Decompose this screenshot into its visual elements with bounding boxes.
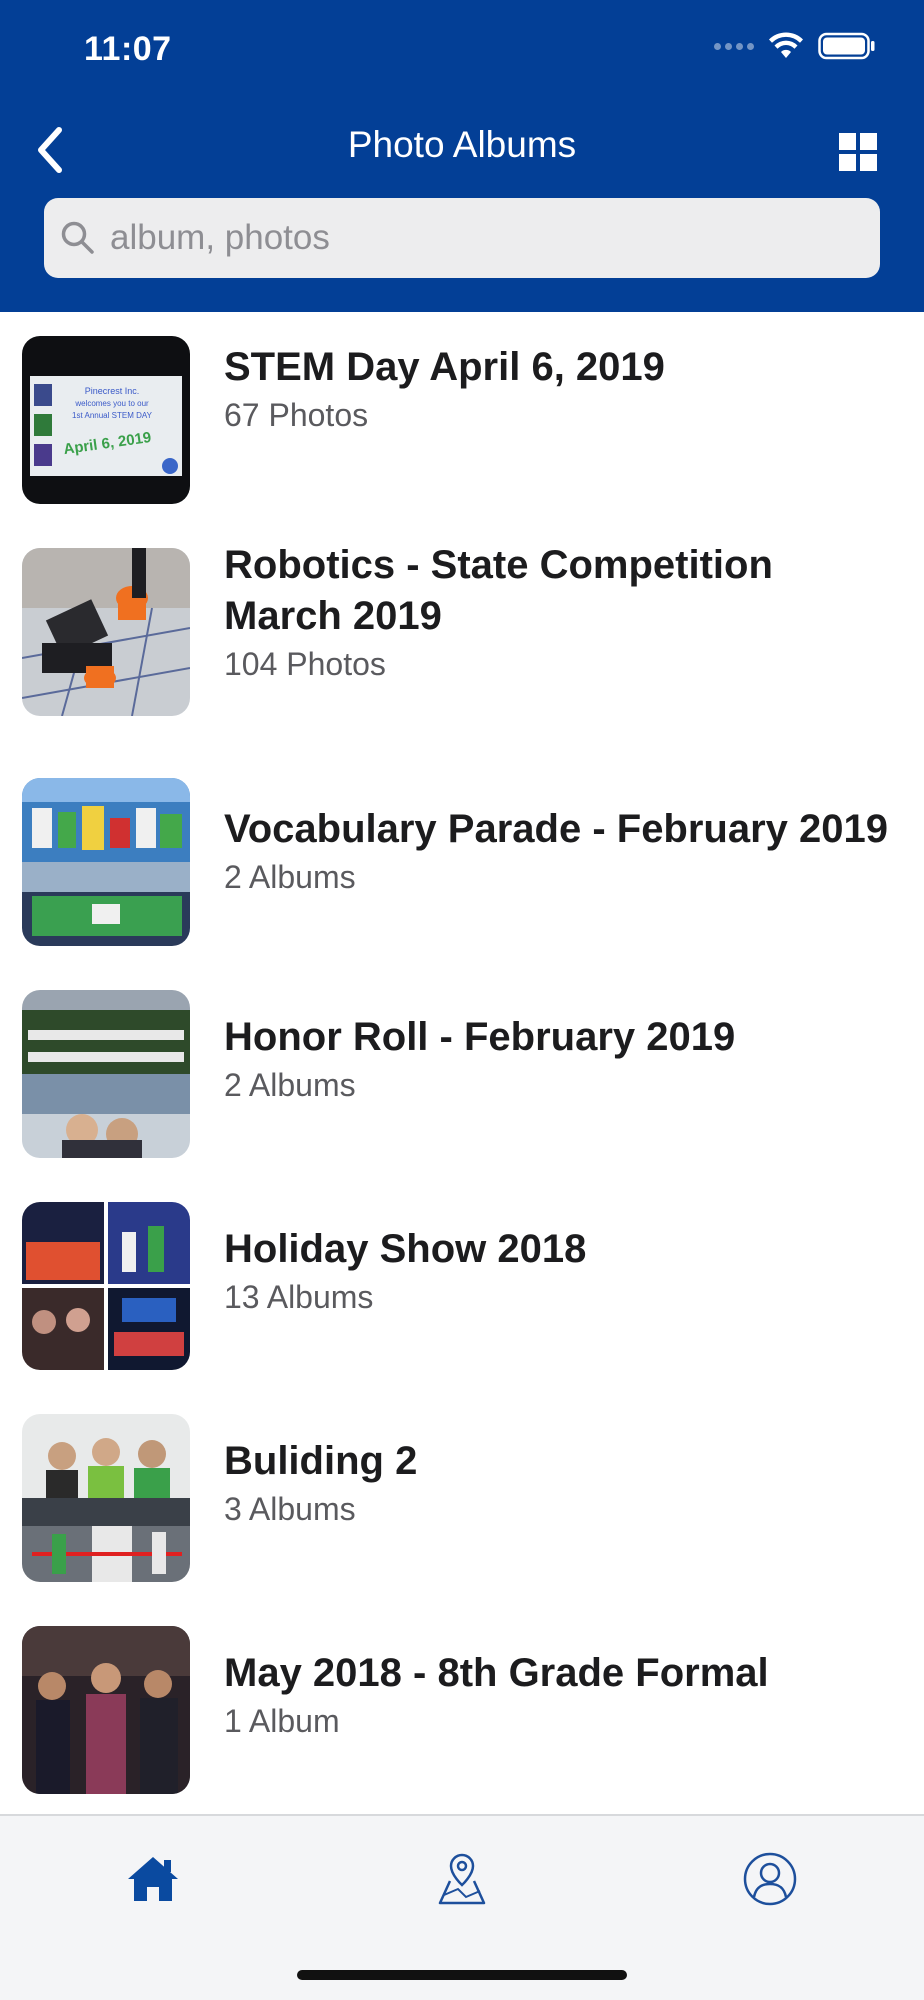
album-thumbnail xyxy=(22,548,190,716)
album-thumbnail xyxy=(22,778,190,946)
album-thumbnail xyxy=(22,990,190,1158)
album-count: 1 Album xyxy=(224,1703,340,1739)
album-title: STEM Day April 6, 2019 xyxy=(224,345,665,389)
album-count: 2 Albums xyxy=(224,859,356,895)
home-indicator xyxy=(297,1970,627,1980)
home-icon xyxy=(128,1857,178,1901)
map-pin-icon xyxy=(438,1853,486,1905)
grid-icon xyxy=(839,133,877,171)
album-row-8th-grade-formal[interactable]: May 2018 - 8th Grade Formal 1 Album xyxy=(0,1608,924,1820)
album-title: May 2018 - 8th Grade Formal xyxy=(224,1651,769,1695)
album-count: 104 Photos xyxy=(224,646,386,682)
status-time: 11:07 xyxy=(84,30,172,68)
album-text: Holiday Show 2018 13 Albums xyxy=(224,1224,904,1319)
album-text: Buliding 2 3 Albums xyxy=(224,1436,904,1531)
svg-text:Pinecrest Inc.: Pinecrest Inc. xyxy=(85,386,140,396)
album-title: Buliding 2 xyxy=(224,1439,418,1483)
tab-map[interactable] xyxy=(422,1844,502,1914)
album-count: 67 Photos xyxy=(224,397,369,433)
album-text: May 2018 - 8th Grade Formal 1 Album xyxy=(224,1648,904,1743)
album-title: Vocabulary Parade - February 2019 xyxy=(224,807,889,851)
album-title: Robotics - State Competition March 2019 xyxy=(224,543,773,638)
album-count: 3 Albums xyxy=(224,1491,356,1527)
album-text: Robotics - State Competition March 2019 … xyxy=(224,540,904,686)
profile-icon xyxy=(743,1852,797,1906)
battery-icon xyxy=(818,32,875,60)
search-bar[interactable] xyxy=(44,198,880,278)
page-title: Photo Albums xyxy=(347,124,577,165)
header: 11:07 Photo Albums xyxy=(0,0,924,312)
album-row-vocabulary-parade[interactable]: Vocabulary Parade - February 2019 2 Albu… xyxy=(0,760,924,972)
album-count: 2 Albums xyxy=(224,1067,356,1103)
album-row-stem-day[interactable]: Pinecrest Inc. welcomes you to our 1st A… xyxy=(0,312,924,524)
album-thumbnail xyxy=(22,1414,190,1582)
svg-text:welcomes you to our: welcomes you to our xyxy=(74,399,149,408)
album-thumbnail xyxy=(22,1626,190,1794)
album-list: Pinecrest Inc. welcomes you to our 1st A… xyxy=(0,312,924,1820)
status-icons xyxy=(714,32,876,60)
album-row-holiday-show[interactable]: Holiday Show 2018 13 Albums xyxy=(0,1184,924,1396)
album-text: STEM Day April 6, 2019 67 Photos xyxy=(224,342,904,437)
grid-view-button[interactable] xyxy=(830,124,886,180)
svg-text:1st Annual STEM DAY: 1st Annual STEM DAY xyxy=(72,411,153,420)
album-row-robotics[interactable]: Robotics - State Competition March 2019 … xyxy=(0,524,924,760)
album-thumbnail: Pinecrest Inc. welcomes you to our 1st A… xyxy=(22,336,190,504)
album-row-building-2[interactable]: Buliding 2 3 Albums xyxy=(0,1396,924,1608)
album-thumbnail xyxy=(22,1202,190,1370)
album-title: Honor Roll - February 2019 xyxy=(224,1015,736,1059)
search-input[interactable] xyxy=(110,218,850,258)
album-count: 13 Albums xyxy=(224,1279,374,1315)
wifi-icon xyxy=(769,32,803,58)
album-title: Holiday Show 2018 xyxy=(224,1227,587,1271)
cellular-signal-icon xyxy=(714,42,754,50)
tab-home[interactable] xyxy=(113,1844,193,1914)
album-text: Honor Roll - February 2019 2 Albums xyxy=(224,1012,904,1107)
album-row-honor-roll[interactable]: Honor Roll - February 2019 2 Albums xyxy=(0,972,924,1184)
search-icon xyxy=(61,221,94,254)
album-text: Vocabulary Parade - February 2019 2 Albu… xyxy=(224,804,904,899)
tab-profile[interactable] xyxy=(730,1844,810,1914)
